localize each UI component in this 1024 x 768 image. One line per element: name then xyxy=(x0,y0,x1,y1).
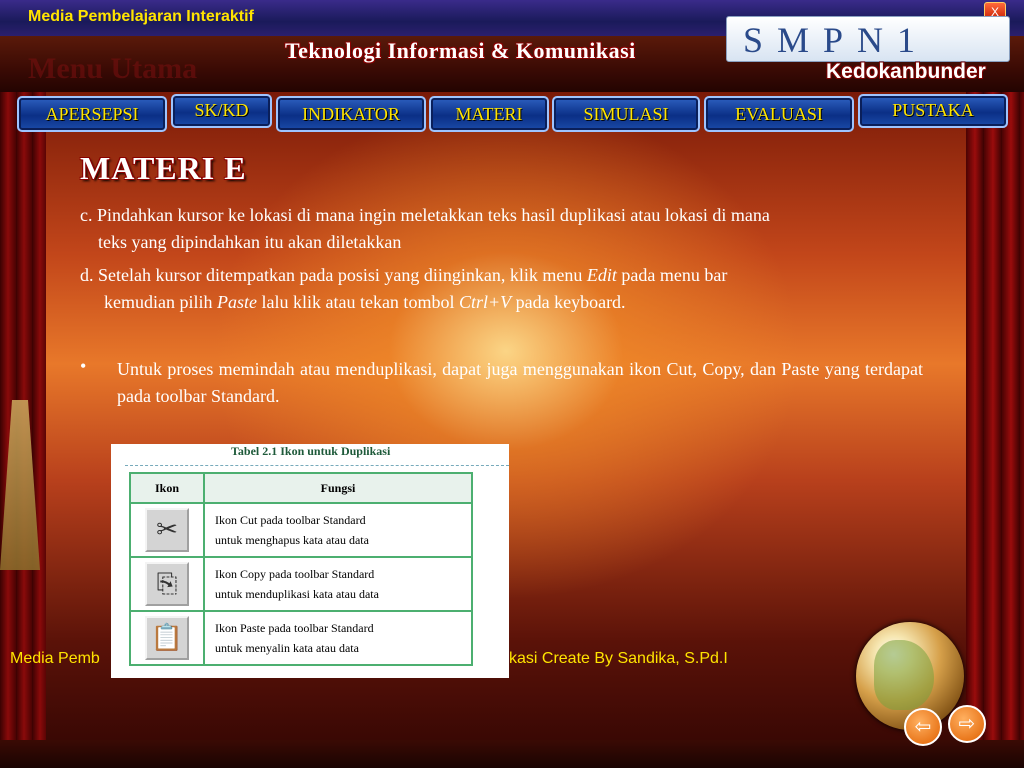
paragraph-line: kemudian pilih Paste lalu klik atau teka… xyxy=(80,289,940,316)
school-location: Kedokanbunder xyxy=(826,60,986,83)
function-line: untuk menghapus kata atau data xyxy=(215,533,369,547)
table-caption: Tabel 2.1 Ikon untuk Duplikasi xyxy=(231,444,391,458)
nav-label: SIMULASI xyxy=(583,104,669,124)
copy-icon: ⎘ xyxy=(145,562,189,606)
bullet-marker: • xyxy=(80,356,87,376)
column-header-ikon: Ikon xyxy=(129,472,205,504)
footer-text-left: Media Pemb xyxy=(10,650,100,667)
nav-pustaka[interactable]: PUSTAKA xyxy=(858,94,1008,128)
nav-label: INDIKATOR xyxy=(302,104,400,124)
nav-evaluasi[interactable]: EVALUASI xyxy=(704,96,854,132)
table-header-row: Ikon Fungsi xyxy=(129,472,473,504)
function-line: untuk menyalin kata atau data xyxy=(215,641,359,655)
arrow-right-icon[interactable]: ⇨ xyxy=(948,705,986,743)
nav-materi[interactable]: MATERI xyxy=(429,96,549,132)
curtain-right xyxy=(966,92,1024,768)
menu-utama-label[interactable]: Menu Utama xyxy=(28,52,197,86)
nav-sk-kd[interactable]: SK/KD xyxy=(171,94,272,128)
nav-indikator[interactable]: INDIKATOR xyxy=(276,96,426,132)
paragraph-c: c. Pindahkan kursor ke lokasi di mana in… xyxy=(80,202,940,256)
bullet-text: Untuk proses memindah atau menduplikasi,… xyxy=(117,359,923,406)
table-row: 📋 Ikon Paste pada toolbar Standard untuk… xyxy=(129,610,473,666)
school-logo-text: SMPN1 xyxy=(743,20,930,60)
nav-label: MATERI xyxy=(455,104,523,124)
icon-cell: 📋 xyxy=(129,610,205,666)
shortcut-text: Ctrl+V xyxy=(458,292,512,312)
column-header-fungsi: Fungsi xyxy=(203,472,473,504)
duplication-icons-table: Tabel 2.1 Ikon untuk Duplikasi Ikon Fung… xyxy=(111,444,509,678)
nav-apersepsi[interactable]: APERSEPSI xyxy=(17,96,167,132)
school-logo: SMPN1 xyxy=(726,16,1010,62)
table-row: ⎘ Ikon Copy pada toolbar Standard untuk … xyxy=(129,556,473,612)
nav-simulasi[interactable]: SIMULASI xyxy=(552,96,700,132)
nav-label: PUSTAKA xyxy=(892,100,974,120)
paragraph-d: d. Setelah kursor ditempatkan pada posis… xyxy=(80,262,940,316)
page-title: MATERI E xyxy=(80,150,247,186)
paste-text: Paste xyxy=(216,292,257,312)
paragraph-line: d. Setelah kursor ditempatkan pada posis… xyxy=(80,262,940,289)
function-cell: Ikon Cut pada toolbar Standard untuk men… xyxy=(203,502,473,558)
nav-label: SK/KD xyxy=(194,100,249,120)
text-run: kemudian pilih xyxy=(104,292,217,312)
function-line: Ikon Cut pada toolbar Standard xyxy=(215,513,366,527)
paste-icon: 📋 xyxy=(145,616,189,660)
nav-label: EVALUASI xyxy=(735,104,823,124)
paragraph-line: c. Pindahkan kursor ke lokasi di mana in… xyxy=(80,205,770,225)
app-title: Media Pembelajaran Interaktif xyxy=(28,8,254,25)
icon-cell: ⎘ xyxy=(129,556,205,612)
footer-credit: kasi Create By Sandika, S.Pd.I xyxy=(509,650,728,667)
icon-cell: ✂ xyxy=(129,502,205,558)
function-line: Ikon Paste pada toolbar Standard xyxy=(215,621,374,635)
text-run: d. Setelah kursor ditempatkan pada posis… xyxy=(80,265,587,285)
globe-land xyxy=(874,640,934,710)
text-run: lalu klik atau tekan tombol xyxy=(256,292,459,312)
bottom-frame xyxy=(0,740,1024,768)
function-cell: Ikon Copy pada toolbar Standard untuk me… xyxy=(203,556,473,612)
icon-table: Ikon Fungsi ✂ Ikon Cut pada toolbar Stan… xyxy=(129,472,473,666)
paragraph-line: teks yang dipindahkan itu akan diletakka… xyxy=(98,232,402,252)
function-line: untuk menduplikasi kata atau data xyxy=(215,587,379,601)
menu-edit-text: Edit xyxy=(586,265,617,285)
scissors-icon: ✂ xyxy=(145,508,189,552)
table-row: ✂ Ikon Cut pada toolbar Standard untuk m… xyxy=(129,502,473,558)
text-run: pada menu bar xyxy=(616,265,728,285)
caption-divider xyxy=(125,465,509,466)
function-line: Ikon Copy pada toolbar Standard xyxy=(215,567,375,581)
function-cell: Ikon Paste pada toolbar Standard untuk m… xyxy=(203,610,473,666)
nav-label: APERSEPSI xyxy=(45,104,139,124)
arrow-left-icon[interactable]: ⇦ xyxy=(904,708,942,746)
subject-title: Teknologi Informasi & Komunikasi xyxy=(285,38,636,63)
text-run: pada keyboard. xyxy=(511,292,626,312)
